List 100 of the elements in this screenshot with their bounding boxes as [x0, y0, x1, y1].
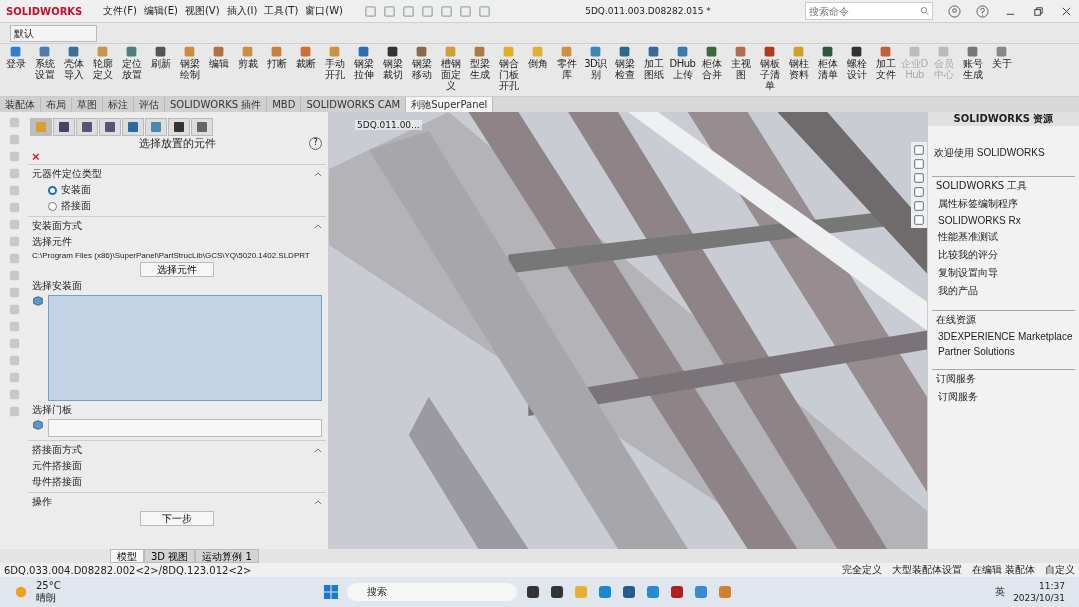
pane-tab-icon[interactable] [913, 172, 925, 184]
toolbar-button[interactable]: DHub上传 [669, 45, 696, 80]
ribbon-tab[interactable]: SOLIDWORKS 插件 [165, 97, 268, 112]
windows-icon[interactable] [322, 584, 339, 600]
resource-link[interactable]: 属性标签编制程序 [932, 195, 1075, 213]
search-field[interactable]: 搜索命令 [805, 2, 933, 20]
toolbar-button[interactable]: 加工文件 [872, 45, 899, 80]
tool-icon[interactable] [7, 337, 21, 350]
tool-icon[interactable] [7, 133, 21, 146]
panel-tab-icon[interactable] [76, 118, 98, 136]
toolbar-button[interactable]: 型梁生成 [466, 45, 493, 80]
menu-item[interactable]: 文件(F) [103, 4, 137, 18]
toolbar-icon[interactable] [478, 4, 491, 18]
menu-item[interactable]: 编辑(E) [143, 4, 178, 18]
panel-tab-icon[interactable] [168, 118, 190, 136]
tool-icon[interactable] [7, 235, 21, 248]
model-tab[interactable]: 模型 [110, 549, 144, 563]
toolbar-button[interactable]: 倒角 [524, 45, 551, 69]
toolbar-button[interactable]: 主视图 [727, 45, 754, 80]
user-icon[interactable] [948, 4, 961, 18]
ribbon-tab[interactable]: MBD [267, 97, 302, 112]
tool-icon[interactable] [7, 116, 21, 129]
restore-icon[interactable] [1032, 4, 1045, 18]
app-icon[interactable] [524, 584, 541, 600]
toolbar-button[interactable]: 关于 [988, 45, 1015, 69]
tool-icon[interactable] [7, 201, 21, 214]
toolbar-button[interactable]: 钢梁绘制 [176, 45, 203, 80]
toolbar-button[interactable]: 加工图纸 [640, 45, 667, 80]
toolbar-icon[interactable] [440, 4, 453, 18]
tool-icon[interactable] [7, 184, 21, 197]
toolbar-button[interactable]: 零件库 [553, 45, 580, 80]
ribbon-tab[interactable]: 利驰SuperPanel [406, 97, 494, 112]
tool-icon[interactable] [7, 167, 21, 180]
toolbar-icon[interactable] [421, 4, 434, 18]
help-icon[interactable] [976, 4, 989, 18]
pane-tab-icon[interactable] [913, 186, 925, 198]
toolbar-button[interactable]: 钢梁检查 [611, 45, 638, 80]
tool-icon[interactable] [7, 303, 21, 316]
toolbar-button[interactable]: 定位放置 [118, 45, 145, 80]
resource-link[interactable]: 订阅服务 [932, 388, 1075, 406]
toolbar-button[interactable]: 编辑 [205, 45, 232, 69]
toolbar-button[interactable]: 钢梁裁切 [379, 45, 406, 80]
toolbar-button[interactable]: 钢梁拉伸 [350, 45, 377, 80]
ribbon-tab[interactable]: 评估 [134, 97, 165, 112]
search-input[interactable]: 搜索命令 [809, 5, 920, 17]
app-icon[interactable] [668, 584, 685, 600]
tool-icon[interactable] [7, 371, 21, 384]
tree-item[interactable]: 5DQ.011.00... [355, 120, 422, 130]
pane-tab-icon[interactable] [913, 200, 925, 212]
radio-option[interactable]: 安装面 [48, 183, 322, 197]
tool-icon[interactable] [7, 286, 21, 299]
selection-box[interactable] [48, 295, 322, 401]
toolbar-icon[interactable] [383, 4, 396, 18]
pane-tab-icon[interactable] [913, 144, 925, 156]
collapse-icon[interactable] [314, 171, 322, 177]
toolbar-button[interactable]: 轮廓定义 [89, 45, 116, 80]
units-dropdown[interactable]: 自定义 [1045, 563, 1075, 577]
tool-icon[interactable] [7, 320, 21, 333]
toolbar-button[interactable]: 钢板子清单 [756, 45, 783, 91]
toolbar-icon[interactable] [364, 4, 377, 18]
ribbon-tab[interactable]: 标注 [103, 97, 134, 112]
menu-item[interactable]: 窗口(W) [305, 4, 343, 18]
tool-icon[interactable] [7, 218, 21, 231]
tool-icon[interactable] [7, 252, 21, 265]
model-tab[interactable]: 3D 视图 [144, 549, 196, 563]
language-indicator[interactable]: 英 [995, 585, 1006, 599]
collapse-icon[interactable] [314, 223, 322, 229]
toolbar-button[interactable]: 手动开孔 [321, 45, 348, 80]
ribbon-tab[interactable]: 布局 [41, 97, 72, 112]
collapse-icon[interactable] [314, 499, 322, 505]
toolbar-icon[interactable] [402, 4, 415, 18]
resource-link[interactable]: 我的产品 [932, 282, 1075, 300]
app-icon[interactable] [548, 584, 565, 600]
weather-icon[interactable] [14, 585, 28, 599]
radio-option[interactable]: 搭接面 [48, 199, 322, 213]
toolbar-icon[interactable] [459, 4, 472, 18]
taskbar-search[interactable]: 搜索 [346, 583, 517, 601]
resource-link[interactable]: 比较我的评分 [932, 246, 1075, 264]
toolbar-button[interactable]: 螺栓设计 [843, 45, 870, 80]
ribbon-tab[interactable]: SOLIDWORKS CAM [301, 97, 407, 112]
toolbar-button[interactable]: 剪裁 [234, 45, 261, 69]
tool-icon[interactable] [7, 269, 21, 282]
resource-link[interactable]: 性能基准测试 [932, 228, 1075, 246]
tool-icon[interactable] [7, 388, 21, 401]
ribbon-tab[interactable]: 草图 [72, 97, 103, 112]
toolbar-button[interactable]: 柜体清单 [814, 45, 841, 80]
toolbar-button[interactable]: 槽钢面定义 [437, 45, 464, 91]
toolbar-button[interactable]: 柜体合并 [698, 45, 725, 80]
resource-link[interactable]: 复制设置向导 [932, 264, 1075, 282]
panel-tab-icon[interactable] [99, 118, 121, 136]
toolbar-button[interactable]: 钢柱资料 [785, 45, 812, 80]
ribbon-tab[interactable]: 装配体 [0, 97, 41, 112]
app-icon[interactable] [620, 584, 637, 600]
tool-icon[interactable] [7, 354, 21, 367]
toolbar-button[interactable]: 登录 [2, 45, 29, 69]
toolbar-button[interactable]: 刷新 [147, 45, 174, 69]
resource-link[interactable]: 3DEXPERIENCE Marketplace [932, 329, 1075, 344]
resource-link[interactable]: Partner Solutions [932, 344, 1075, 359]
menu-item[interactable]: 插入(I) [226, 4, 258, 18]
tool-icon[interactable] [7, 405, 21, 418]
